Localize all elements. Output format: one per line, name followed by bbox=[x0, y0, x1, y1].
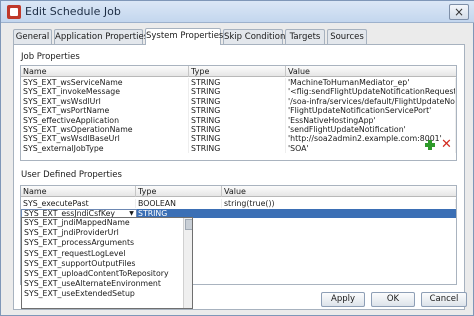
property-value: 'MachineToHumanMediator_ep' bbox=[286, 78, 456, 88]
property-type: STRING bbox=[189, 115, 286, 125]
property-value: string(true()) bbox=[222, 199, 456, 209]
tab-application-properties[interactable]: Application Properties bbox=[54, 29, 148, 45]
property-value: '<flig:sendFlightUpdateNotificationReque… bbox=[288, 87, 456, 97]
column-header-value[interactable]: Value bbox=[286, 66, 456, 77]
property-type: STRING bbox=[189, 96, 286, 107]
dropdown-option[interactable]: SYS_EXT_processArguments bbox=[22, 238, 182, 247]
scrollbar-thumb[interactable] bbox=[185, 219, 192, 230]
dropdown-option[interactable]: SYS_EXT_useAlternateEnvironment bbox=[22, 279, 182, 288]
table-row[interactable]: SYS_EXT_wsWsdlUrl STRING '/soa-infra/ser… bbox=[21, 96, 456, 107]
table-row[interactable]: SYS_EXT_wsServiceName STRING 'MachineToH… bbox=[21, 78, 456, 88]
dropdown-option[interactable]: SYS_EXT_uploadContentToRepository bbox=[22, 269, 182, 278]
property-type: STRING bbox=[189, 125, 286, 135]
property-name: SYS_EXT_wsWsdlUrl bbox=[21, 96, 189, 107]
table-row[interactable]: SYS_EXT_wsWsdlBaseUrl STRING 'http://soa… bbox=[21, 134, 456, 144]
column-header-name[interactable]: Name bbox=[21, 66, 189, 77]
property-type: STRING bbox=[189, 87, 286, 97]
title-bar[interactable]: Edit Schedule Job × bbox=[1, 1, 474, 23]
tab-skip-condition[interactable]: Skip Condition bbox=[223, 29, 285, 45]
app-icon bbox=[7, 5, 21, 19]
property-type: STRING bbox=[189, 143, 286, 154]
ok-button[interactable]: OK bbox=[371, 292, 415, 307]
property-value bbox=[222, 209, 456, 219]
property-type: STRING bbox=[189, 78, 286, 88]
property-name: SYS_EXT_wsPortName bbox=[21, 106, 189, 116]
column-header-name[interactable]: Name bbox=[21, 186, 136, 197]
table-row[interactable]: SYS_EXT_invokeMessage STRING '<flig:send… bbox=[21, 87, 456, 97]
dropdown-option[interactable]: SYS_EXT_jndiMappedName bbox=[22, 218, 182, 227]
column-header-type[interactable]: Type bbox=[136, 186, 222, 197]
property-type: BOOLEAN bbox=[136, 199, 222, 209]
property-name: SYS_externalJobType bbox=[21, 143, 189, 154]
tab-general[interactable]: General bbox=[13, 29, 52, 45]
dropdown-option[interactable]: SYS_EXT_useExtendedSetup bbox=[22, 289, 182, 298]
dropdown-option[interactable]: SYS_EXT_requestLogLevel bbox=[22, 249, 182, 258]
dialog-title: Edit Schedule Job bbox=[25, 5, 121, 18]
tab-system-properties[interactable]: System Properties bbox=[145, 28, 223, 45]
apply-button[interactable]: Apply bbox=[321, 292, 365, 307]
job-properties-table: Name Type Value SYS_EXT_wsServiceName ST… bbox=[20, 65, 457, 161]
dropdown-option[interactable]: SYS_EXT_supportOutputFiles bbox=[22, 259, 182, 268]
property-value: 'sendFlightUpdateNotification' bbox=[286, 125, 456, 135]
dropdown-scrollbar[interactable] bbox=[183, 218, 192, 308]
tab-targets[interactable]: Targets bbox=[285, 29, 325, 45]
table-header: Name Type Value bbox=[21, 186, 456, 197]
table-header: Name Type Value bbox=[21, 66, 456, 77]
property-type: STRING bbox=[189, 106, 286, 116]
property-value: '/soa-infra/services/default/FlightUpdat… bbox=[288, 96, 456, 107]
column-header-value[interactable]: Value bbox=[222, 186, 456, 197]
table-row[interactable]: SYS_externalJobType STRING 'SOA' bbox=[21, 143, 456, 154]
tab-sources[interactable]: Sources bbox=[327, 29, 367, 45]
table-row[interactable]: SYS_executePast BOOLEAN string(true()) bbox=[21, 199, 456, 209]
property-name: SYS_effectiveApplication bbox=[21, 115, 189, 125]
job-properties-label: Job Properties bbox=[21, 52, 80, 62]
dropdown-option[interactable]: SYS_EXT_jndiProviderUrl bbox=[22, 228, 182, 237]
table-row[interactable]: SYS_EXT_wsPortName STRING 'FlightUpdateN… bbox=[21, 106, 456, 116]
table-row[interactable]: SYS_EXT_wsOperationName STRING 'sendFlig… bbox=[21, 125, 456, 135]
property-name: SYS_EXT_wsServiceName bbox=[21, 78, 189, 88]
add-icon[interactable] bbox=[425, 140, 435, 150]
table-row[interactable]: SYS_effectiveApplication STRING 'EssNati… bbox=[21, 115, 456, 125]
column-header-type[interactable]: Type bbox=[189, 66, 286, 77]
property-value: 'FlightUpdateNotificationServicePort' bbox=[286, 106, 456, 116]
edit-schedule-job-dialog: Edit Schedule Job × General Application … bbox=[0, 0, 474, 316]
property-name: SYS_executePast bbox=[21, 199, 136, 209]
user-defined-properties-label: User Defined Properties bbox=[21, 170, 122, 180]
property-name-dropdown: SYS_EXT_jndiMappedName SYS_EXT_jndiProvi… bbox=[21, 217, 193, 309]
property-name: SYS_EXT_wsWsdlBaseUrl bbox=[21, 134, 189, 144]
close-button[interactable]: × bbox=[449, 4, 469, 20]
cancel-button[interactable]: Cancel bbox=[421, 292, 467, 307]
property-name: SYS_EXT_wsOperationName bbox=[21, 125, 189, 135]
property-value: 'EssNativeHostingApp' bbox=[286, 115, 456, 125]
delete-icon[interactable]: ✕ bbox=[441, 138, 452, 151]
property-type: STRING bbox=[189, 134, 286, 144]
property-name: SYS_EXT_invokeMessage bbox=[21, 87, 189, 97]
